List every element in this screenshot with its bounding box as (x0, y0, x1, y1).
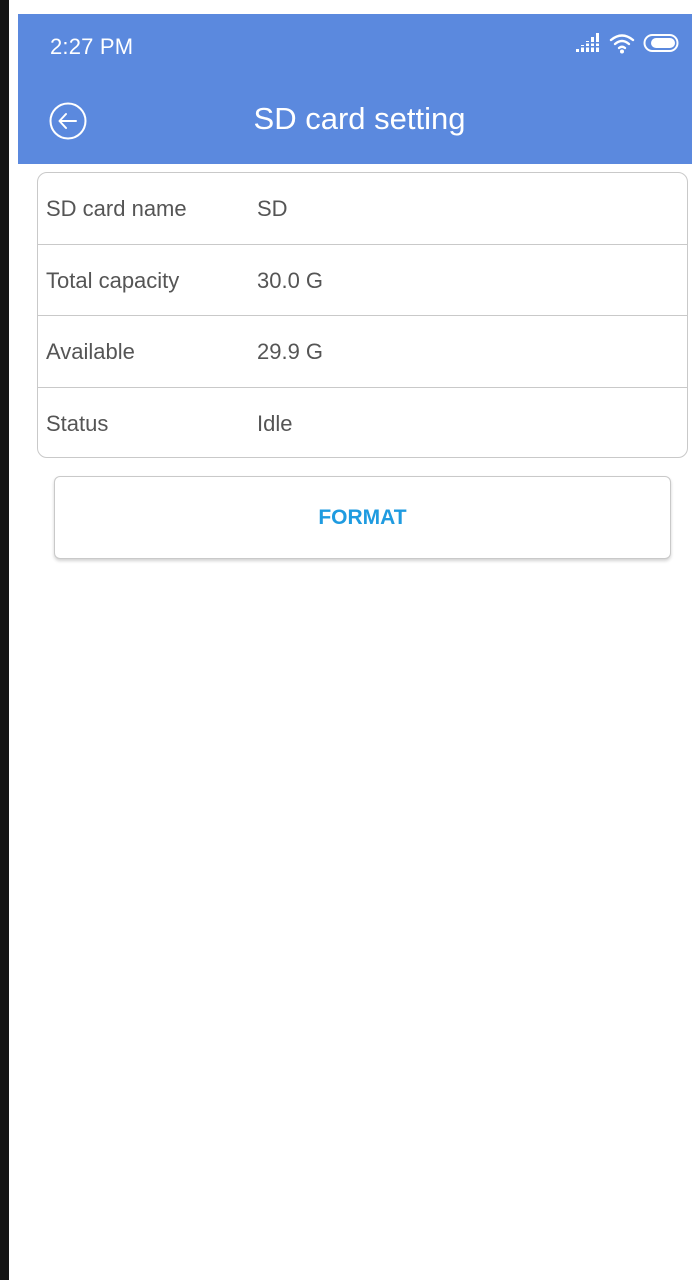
info-label: Status (46, 410, 109, 436)
info-value: 30.0 G (257, 267, 324, 293)
status-bar: 2:27 PM (18, 14, 692, 76)
app-screen: 2:27 PM SD card setting SD card name SD … (0, 0, 692, 1280)
signal-icon (575, 32, 601, 58)
page-title: SD card setting (253, 101, 466, 136)
info-value: 29.9 G (257, 339, 324, 364)
status-icons (575, 32, 681, 58)
info-row-total-capacity: Total capacity 30.0 G (38, 245, 687, 316)
wifi-icon (609, 32, 635, 59)
format-button[interactable]: FORMAT (54, 476, 671, 559)
info-label: SD card name (46, 196, 187, 221)
info-label: Total capacity (46, 267, 180, 293)
sd-info-card: SD card name SD Total capacity 30.0 G Av… (37, 172, 688, 458)
info-row-sd-card-name: SD card name SD (38, 173, 687, 245)
info-value: SD (257, 196, 288, 221)
status-time: 2:27 PM (50, 34, 134, 59)
top-margin (9, 0, 692, 14)
info-row-status: Status Idle (38, 388, 687, 458)
battery-icon (643, 33, 681, 58)
info-row-available: Available 29.9 G (38, 316, 687, 388)
app-bar: SD card setting (18, 76, 692, 164)
info-value: Idle (257, 410, 293, 436)
info-label: Available (46, 339, 135, 364)
